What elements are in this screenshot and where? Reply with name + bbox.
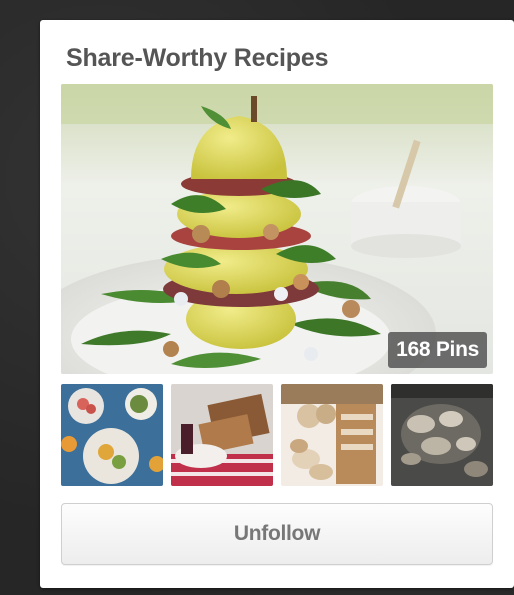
thumbnail-4[interactable] [391, 384, 493, 486]
pin-count-badge: 168 Pins [388, 332, 487, 368]
board-cover-image[interactable]: 168 Pins [61, 84, 493, 374]
roasted-dish-thumbnail [391, 384, 493, 486]
thumbnail-1[interactable] [61, 384, 163, 486]
board-card[interactable]: Share-Worthy Recipes 168 Pins Unfollow [40, 20, 514, 588]
thumbnail-strip [61, 384, 495, 486]
thumbnail-3[interactable] [281, 384, 383, 486]
fruit-platter-thumbnail [61, 384, 163, 486]
bread-slices-thumbnail [171, 384, 273, 486]
thumbnail-2[interactable] [171, 384, 273, 486]
board-title[interactable]: Share-Worthy Recipes [66, 44, 328, 73]
baguette-loaves-thumbnail [281, 384, 383, 486]
unfollow-button[interactable]: Unfollow [61, 503, 493, 565]
pear-salad-tower-image [61, 84, 493, 374]
